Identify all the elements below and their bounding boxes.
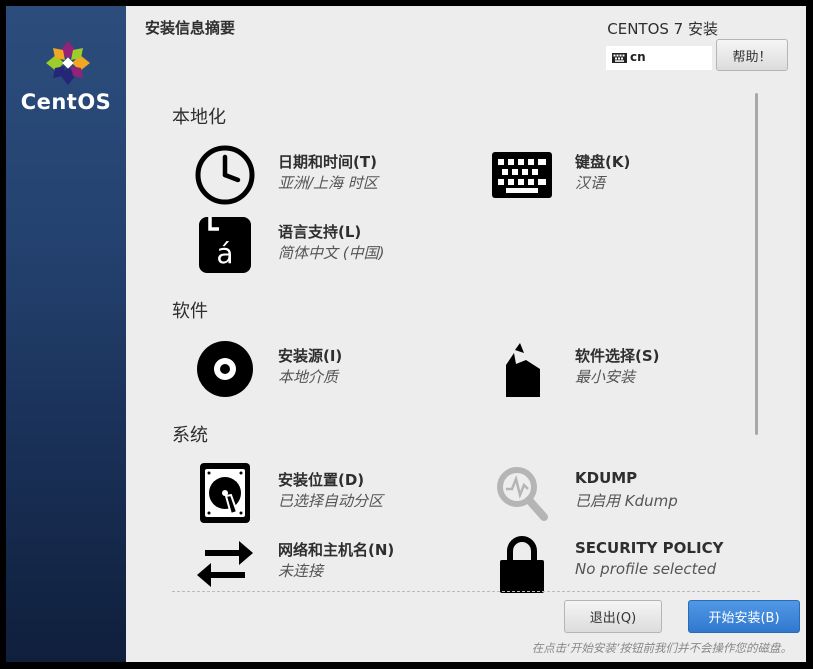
- spoke-install-destination-title: 安装位置(D): [278, 471, 365, 489]
- disc-icon: [197, 341, 253, 397]
- spoke-language[interactable]: á 语言支持(L) 简体中文 (中国): [195, 215, 455, 275]
- brand-name: CentOS: [20, 90, 112, 114]
- spoke-network[interactable]: 网络和主机名(N) 未连接: [195, 533, 455, 593]
- spoke-datetime-status: 亚洲/上海 时区: [278, 174, 378, 192]
- keyboard-icon: [492, 152, 552, 198]
- section-software: 软件: [172, 301, 208, 322]
- hard-disk-icon: [200, 463, 250, 523]
- quit-button[interactable]: 退出(Q): [564, 600, 662, 633]
- centos-logo-icon: [46, 41, 90, 85]
- sidebar: CentOS: [6, 6, 126, 662]
- lock-icon: [500, 536, 544, 593]
- spoke-datetime-title: 日期和时间(T): [278, 153, 377, 171]
- package-icon: [506, 343, 540, 397]
- spoke-network-status: 未连接: [278, 562, 324, 580]
- spoke-install-destination[interactable]: 安装位置(D) 已选择自动分区: [195, 463, 455, 523]
- spoke-kdump[interactable]: KDUMP 已启用 Kdump: [492, 463, 752, 523]
- spoke-datetime[interactable]: 日期和时间(T) 亚洲/上海 时区: [195, 145, 455, 205]
- spoke-kdump-status: 已启用 Kdump: [575, 492, 678, 510]
- section-system: 系统: [172, 425, 208, 446]
- help-button[interactable]: 帮助！: [716, 39, 788, 71]
- keyboard-icon: [612, 53, 627, 63]
- spoke-keyboard[interactable]: 键盘(K) 汉语: [492, 145, 752, 205]
- language-icon: á: [199, 217, 251, 273]
- spoke-language-status: 简体中文 (中国): [278, 244, 385, 262]
- clock-icon: [195, 145, 255, 205]
- spoke-security-policy-status: No profile selected: [575, 560, 717, 578]
- search-icon: [497, 467, 548, 521]
- keyboard-layout-label: cn: [630, 50, 646, 64]
- spoke-software-selection-status: 最小安装: [575, 368, 636, 386]
- spoke-install-source-status: 本地介质: [278, 368, 339, 386]
- spoke-kdump-title: KDUMP: [575, 469, 638, 487]
- page-title: 安装信息摘要: [145, 19, 236, 37]
- product-title: CENTOS 7 安装: [607, 20, 718, 38]
- scrollbar[interactable]: [755, 93, 758, 435]
- spoke-software-selection-title: 软件选择(S): [575, 347, 660, 365]
- spoke-network-title: 网络和主机名(N): [278, 541, 395, 559]
- spoke-keyboard-title: 键盘(K): [575, 153, 631, 171]
- spoke-language-title: 语言支持(L): [278, 223, 362, 241]
- footer-note: 在点击‘开始安装’按钮前我们并不会操作您的磁盘。: [531, 641, 792, 655]
- divider: [172, 591, 760, 592]
- spoke-software-selection[interactable]: 软件选择(S) 最小安装: [492, 339, 752, 399]
- begin-installation-button[interactable]: 开始安装(B): [688, 600, 800, 633]
- spoke-install-source[interactable]: 安装源(I) 本地介质: [195, 339, 455, 399]
- keyboard-layout-indicator[interactable]: cn: [606, 46, 712, 70]
- spoke-install-source-title: 安装源(I): [278, 347, 343, 365]
- installer-window: CentOS 安装信息摘要 CENTOS 7 安装 cn 帮助！ 本地化 日期和…: [6, 6, 806, 662]
- section-localization: 本地化: [172, 107, 226, 128]
- spoke-security-policy-title: SECURITY POLICY: [575, 539, 724, 557]
- spoke-keyboard-status: 汉语: [575, 174, 606, 192]
- spoke-security-policy[interactable]: SECURITY POLICY No profile selected: [492, 533, 752, 593]
- main-content: 安装信息摘要 CENTOS 7 安装 cn 帮助！ 本地化 日期和时间(T) 亚…: [126, 6, 806, 662]
- network-arrows-icon: [197, 541, 253, 587]
- svg-text:á: á: [216, 237, 233, 270]
- spoke-install-destination-status: 已选择自动分区: [278, 492, 384, 510]
